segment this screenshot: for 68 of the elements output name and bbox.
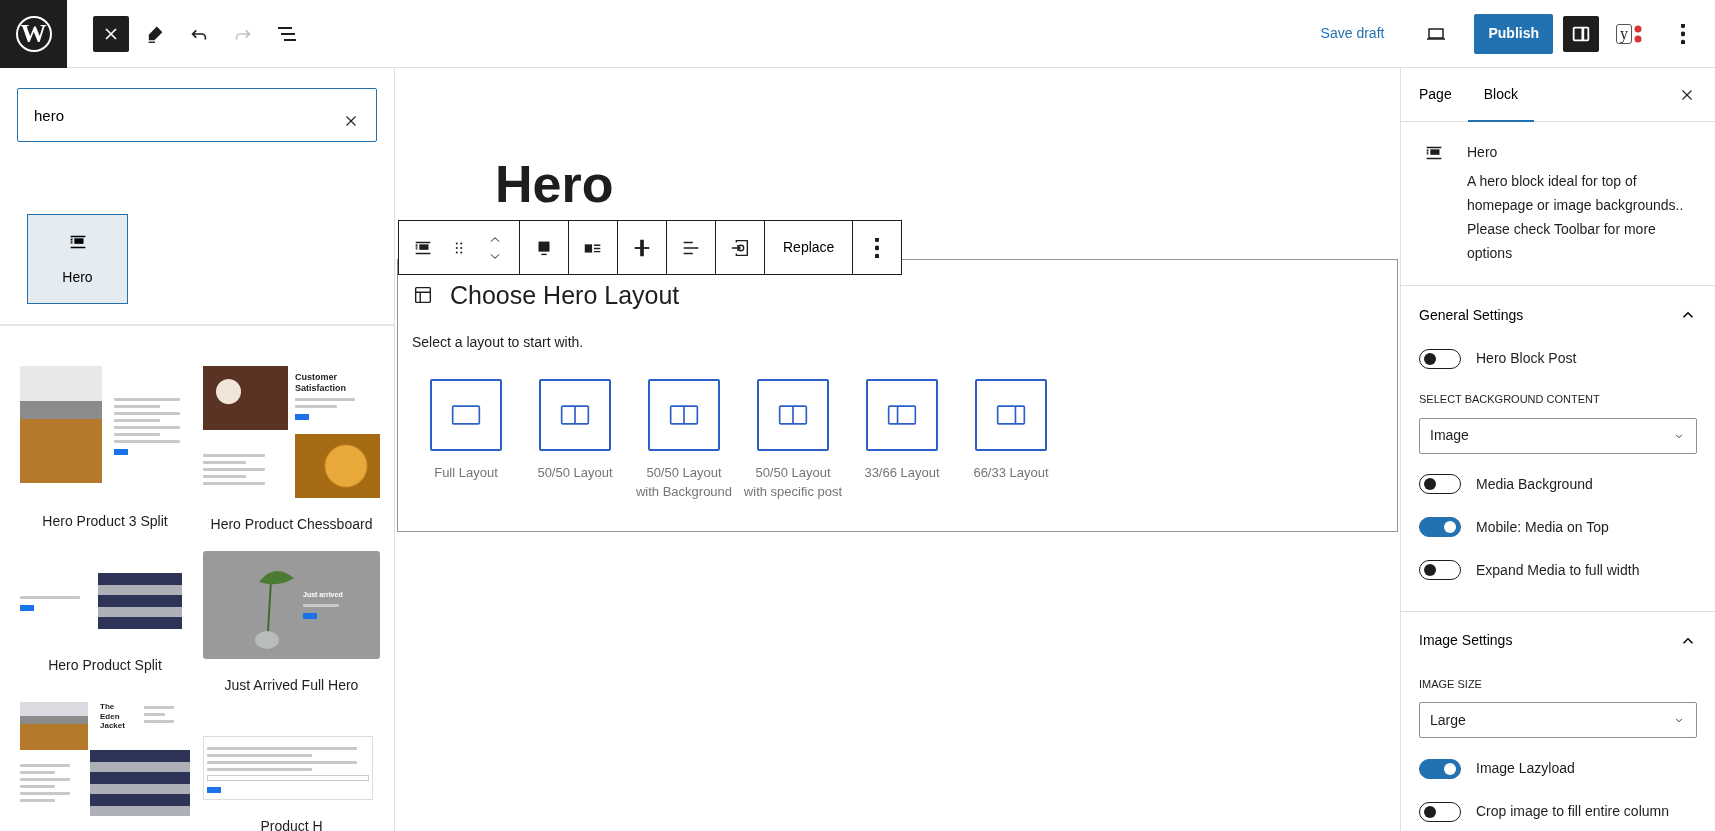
- layout-option[interactable]: 50/50 Layout with Background: [634, 379, 734, 501]
- heading-text: Hero: [495, 154, 615, 214]
- preview-heading: Customer Satisfaction: [295, 372, 347, 394]
- preview-heading: The Eden Jacket: [100, 702, 126, 731]
- button-drawing: [114, 449, 128, 455]
- pattern-label[interactable]: Hero Product Chessboard: [203, 514, 380, 535]
- toggle-switch[interactable]: [1419, 474, 1461, 494]
- text-lines-drawing: [20, 595, 80, 599]
- pattern-thumbnail[interactable]: Customer Satisfaction: [203, 366, 380, 498]
- button-drawing: [303, 612, 317, 619]
- text-lines-drawing: [295, 397, 355, 408]
- pattern-label[interactable]: Hero Product Split: [20, 655, 190, 676]
- toggle-switch[interactable]: [1419, 517, 1461, 537]
- text-lines-drawing: [20, 764, 70, 802]
- panel-header[interactable]: Image Settings: [1419, 611, 1697, 670]
- panel-header[interactable]: General Settings: [1419, 286, 1697, 344]
- field-label: SELECT BACKGROUND CONTENT: [1419, 392, 1601, 407]
- plugin-logo: y: [1616, 23, 1632, 44]
- seo-plugin-button[interactable]: y: [1607, 15, 1651, 52]
- layout-option[interactable]: Full Layout: [416, 379, 516, 501]
- layout-option[interactable]: 50/50 Layout: [525, 379, 625, 501]
- more-icon: [875, 237, 880, 258]
- placeholder-title: Choose Hero Layout: [450, 280, 680, 310]
- button-drawing: [295, 413, 309, 420]
- pattern-label[interactable]: Just Arrived Full Hero: [203, 675, 380, 696]
- replace-button[interactable]: Replace: [771, 221, 847, 274]
- instructions-text: Select a layout to start with.: [412, 333, 585, 352]
- layout-icon: [412, 284, 434, 306]
- close-button[interactable]: [93, 15, 129, 52]
- button-drawing: [20, 604, 34, 611]
- toggle-label: Mobile: Media on Top: [1476, 517, 1609, 537]
- toggle-label: Expand Media to full width: [1476, 560, 1640, 580]
- publish-button[interactable]: Publish: [1474, 13, 1553, 54]
- toggle-label: Hero Block Post: [1476, 349, 1577, 368]
- pattern-label[interactable]: Hero Product 3 Split: [20, 511, 190, 532]
- button-drawing: [207, 787, 221, 793]
- toggle-switch[interactable]: [1419, 348, 1461, 369]
- logo[interactable]: W: [15, 15, 52, 52]
- toggle-label: Crop image to fill entire column: [1476, 802, 1669, 821]
- toggle-switch[interactable]: [1419, 801, 1461, 822]
- sidebar-tab[interactable]: Block: [1467, 68, 1534, 122]
- pattern-thumbnail[interactable]: [203, 736, 373, 800]
- toggle-switch[interactable]: [1419, 560, 1461, 580]
- text-lines-drawing: [114, 398, 180, 443]
- layout-option[interactable]: 33/66 Layout: [852, 379, 952, 501]
- pattern-thumbnail[interactable]: The Eden Jacket: [20, 702, 190, 816]
- sidebar-tab[interactable]: Page: [1403, 68, 1468, 122]
- photo-placeholder: [20, 702, 88, 750]
- text-lines-drawing: [303, 603, 339, 607]
- select-dropdown[interactable]: Large: [1419, 702, 1697, 738]
- block-title: Hero: [1467, 143, 1499, 162]
- search-field[interactable]: hero: [17, 88, 377, 142]
- settings-button[interactable]: [1563, 15, 1599, 52]
- block-description: A hero block ideal for top of homepage or image backgrounds.. Please check Toolbar for more options: [1467, 172, 1685, 263]
- block-item[interactable]: Hero: [27, 214, 128, 304]
- layout-option[interactable]: 50/50 Layout with specific post: [743, 379, 843, 501]
- pattern-thumbnail[interactable]: [20, 366, 180, 483]
- field-label: IMAGE SIZE: [1419, 676, 1483, 692]
- toggle-switch[interactable]: [1419, 758, 1461, 779]
- layout-option[interactable]: 66/33 Layout: [961, 379, 1061, 501]
- status-dots-icon: [1634, 24, 1642, 43]
- toggle-label: Media Background: [1476, 474, 1593, 494]
- text-lines-drawing: [203, 454, 265, 485]
- save-draft-link[interactable]: Save draft: [1320, 23, 1385, 44]
- select-dropdown[interactable]: Image: [1419, 417, 1697, 454]
- more-icon: [1681, 23, 1685, 44]
- pattern-label[interactable]: Product H: [203, 816, 380, 831]
- toggle-label: Image Lazyload: [1476, 759, 1575, 778]
